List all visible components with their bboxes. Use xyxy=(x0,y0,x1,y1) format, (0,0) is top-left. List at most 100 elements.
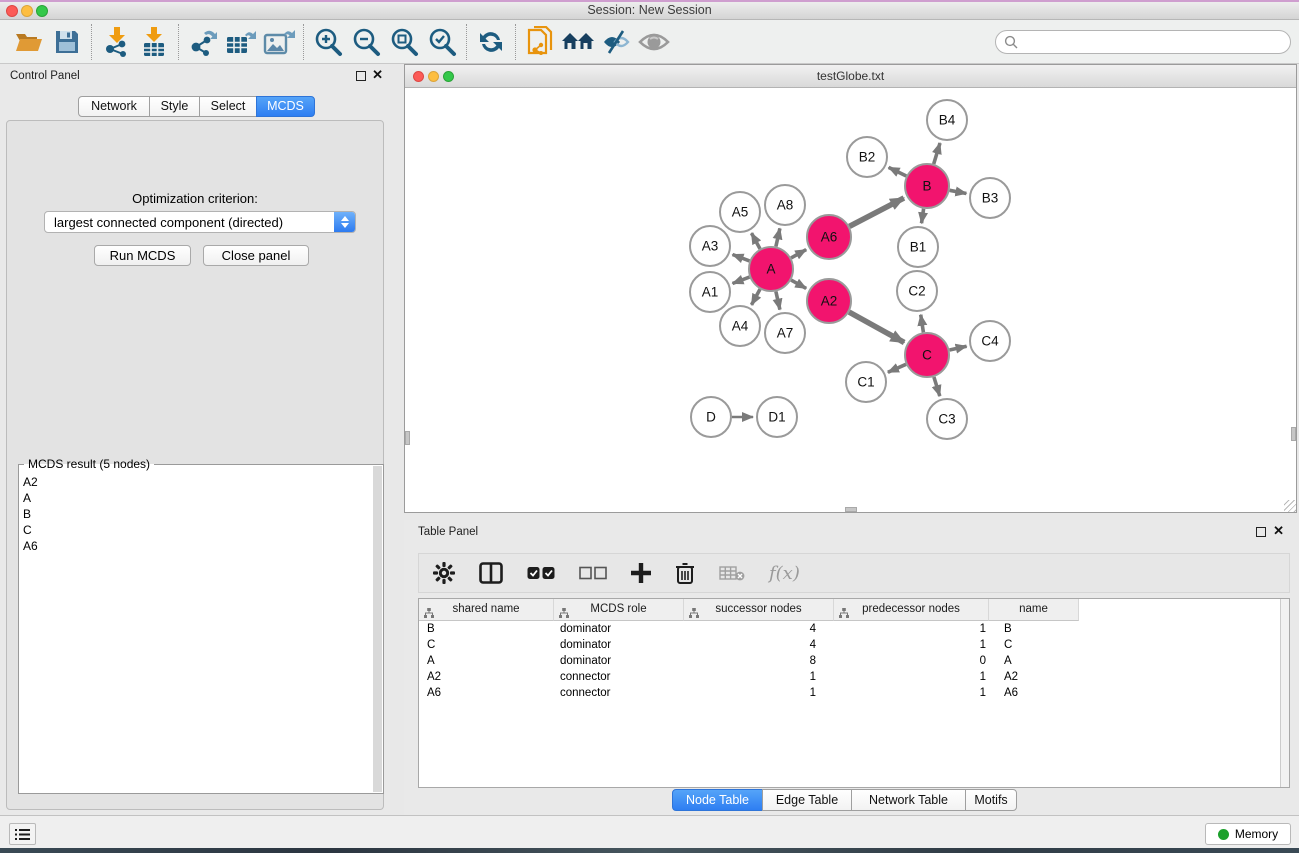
tab-style[interactable]: Style xyxy=(149,96,200,117)
table-cell[interactable]: 8 xyxy=(684,653,834,669)
network-graph[interactable]: B4B2BB3A5A8A6B1A3AA1C2A2A4A7C4CC1C3DD1 xyxy=(405,88,1296,512)
bottom-scrollbar-thumb[interactable] xyxy=(845,507,857,512)
table-cell[interactable]: 4 xyxy=(684,621,834,637)
deselect-all-icon[interactable] xyxy=(579,566,607,580)
import-table-icon[interactable] xyxy=(135,25,173,59)
zoom-selected-icon[interactable] xyxy=(423,25,461,59)
graph-edge[interactable] xyxy=(934,377,940,396)
select-all-icon[interactable] xyxy=(527,566,555,580)
search-input[interactable] xyxy=(1018,32,1290,52)
result-list-item[interactable]: C xyxy=(23,522,369,538)
show-panels-list-button[interactable] xyxy=(9,823,36,845)
show-graphics-eye-icon[interactable] xyxy=(635,25,673,59)
left-scrollbar-thumb[interactable] xyxy=(405,431,410,445)
import-network-icon[interactable] xyxy=(97,25,135,59)
function-builder-icon[interactable]: f(x) xyxy=(769,563,800,584)
table-cell[interactable]: C xyxy=(419,637,554,653)
open-file-icon[interactable] xyxy=(10,25,48,59)
graph-edge[interactable] xyxy=(752,233,761,249)
result-list-item[interactable]: A xyxy=(23,490,369,506)
export-network-icon[interactable] xyxy=(184,25,222,59)
table-cell[interactable]: 1 xyxy=(834,669,989,685)
float-table-panel-icon[interactable] xyxy=(1256,527,1266,537)
resize-grip-icon[interactable] xyxy=(1284,500,1296,512)
tab-mcds[interactable]: MCDS xyxy=(256,96,315,117)
table-cell[interactable]: 4 xyxy=(684,637,834,653)
table-row[interactable]: A2connector11A2 xyxy=(419,669,1279,685)
column-header-predecessor-nodes[interactable]: predecessor nodes xyxy=(834,599,989,621)
close-panel-icon[interactable]: ✕ xyxy=(372,68,383,82)
tab-network[interactable]: Network xyxy=(78,96,150,117)
hide-labels-icon[interactable] xyxy=(597,25,635,59)
tab-edge-table[interactable]: Edge Table xyxy=(762,789,852,811)
export-table-icon[interactable] xyxy=(222,25,260,59)
graph-edge[interactable] xyxy=(849,198,904,226)
delete-column-trash-icon[interactable] xyxy=(675,562,695,584)
network-canvas[interactable]: B4B2BB3A5A8A6B1A3AA1C2A2A4A7C4CC1C3DD1 xyxy=(405,88,1296,512)
mcds-result-list[interactable]: A2ABCA6 xyxy=(23,474,369,791)
table-cell[interactable]: connector xyxy=(554,685,684,701)
tab-network-table[interactable]: Network Table xyxy=(851,789,966,811)
table-cell[interactable]: 1 xyxy=(684,685,834,701)
result-list-item[interactable]: A2 xyxy=(23,474,369,490)
table-cell[interactable]: B xyxy=(989,621,1079,637)
table-cell[interactable]: A6 xyxy=(989,685,1079,701)
graph-edge[interactable] xyxy=(733,255,750,261)
table-cell[interactable]: B xyxy=(419,621,554,637)
network-window-titlebar[interactable]: testGlobe.txt xyxy=(405,65,1296,88)
home-icon[interactable] xyxy=(559,25,597,59)
table-cell[interactable]: dominator xyxy=(554,653,684,669)
zoom-out-icon[interactable] xyxy=(347,25,385,59)
graph-edge[interactable] xyxy=(791,280,806,288)
memory-button[interactable]: Memory xyxy=(1205,823,1291,845)
table-cell[interactable]: A2 xyxy=(989,669,1079,685)
table-cell[interactable]: 1 xyxy=(834,685,989,701)
run-mcds-button[interactable]: Run MCDS xyxy=(94,245,191,266)
tab-node-table[interactable]: Node Table xyxy=(672,789,763,811)
close-table-panel-icon[interactable]: ✕ xyxy=(1273,524,1284,538)
result-scrollbar[interactable] xyxy=(373,466,382,792)
table-cell[interactable]: 1 xyxy=(684,669,834,685)
graph-edge[interactable] xyxy=(922,209,924,224)
column-header-shared-name[interactable]: shared name xyxy=(419,599,554,621)
column-header-name[interactable]: name xyxy=(989,599,1079,621)
save-session-icon[interactable] xyxy=(48,25,86,59)
criterion-dropdown[interactable]: largest connected component (directed) xyxy=(44,211,356,233)
float-panel-icon[interactable] xyxy=(356,71,366,81)
table-cell[interactable]: dominator xyxy=(554,637,684,653)
graph-edge[interactable] xyxy=(752,289,761,305)
graph-edge[interactable] xyxy=(934,143,940,164)
table-cell[interactable]: 0 xyxy=(834,653,989,669)
graph-edge[interactable] xyxy=(889,167,907,176)
graph-edge[interactable] xyxy=(950,190,967,193)
table-cell[interactable]: A xyxy=(989,653,1079,669)
graph-edge[interactable] xyxy=(950,346,967,350)
graph-edge[interactable] xyxy=(921,315,924,333)
table-cell[interactable]: 1 xyxy=(834,621,989,637)
search-field[interactable] xyxy=(995,30,1291,54)
graph-edge[interactable] xyxy=(849,312,904,342)
delete-table-icon[interactable] xyxy=(719,565,745,581)
table-cell[interactable]: A2 xyxy=(419,669,554,685)
table-cell[interactable]: A xyxy=(419,653,554,669)
table-scrollbar[interactable] xyxy=(1280,599,1289,787)
table-cell[interactable]: A6 xyxy=(419,685,554,701)
zoom-in-icon[interactable] xyxy=(309,25,347,59)
right-scrollbar-thumb[interactable] xyxy=(1291,427,1296,441)
graph-edge[interactable] xyxy=(776,292,780,310)
graph-edge[interactable] xyxy=(791,250,806,258)
table-cell[interactable]: connector xyxy=(554,669,684,685)
table-row[interactable]: A6connector11A6 xyxy=(419,685,1279,701)
table-row[interactable]: Cdominator41C xyxy=(419,637,1279,653)
result-list-item[interactable]: B xyxy=(23,506,369,522)
table-cell[interactable]: 1 xyxy=(834,637,989,653)
export-image-icon[interactable] xyxy=(260,25,298,59)
tab-motifs[interactable]: Motifs xyxy=(965,789,1017,811)
table-cell[interactable]: dominator xyxy=(554,621,684,637)
column-header-mcds-role[interactable]: MCDS role xyxy=(554,599,684,621)
graph-edge[interactable] xyxy=(888,364,906,372)
graph-edge[interactable] xyxy=(776,228,780,246)
close-panel-button[interactable]: Close panel xyxy=(203,245,309,266)
new-session-from-network-icon[interactable] xyxy=(521,25,559,59)
table-cell[interactable]: C xyxy=(989,637,1079,653)
